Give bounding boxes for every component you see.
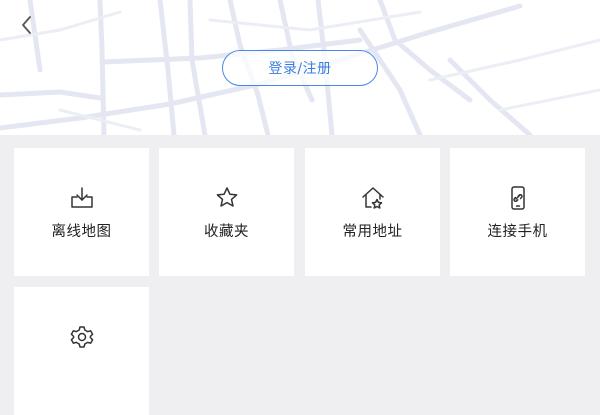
tile-label: 离线地图 xyxy=(51,224,112,240)
tile-label: 常用地址 xyxy=(342,224,403,240)
tile-frequent-addresses[interactable]: 常用地址 xyxy=(305,148,440,276)
back-button[interactable] xyxy=(12,10,42,40)
tile-offline-map[interactable]: 离线地图 xyxy=(14,148,149,276)
tile-connect-phone[interactable]: 连接手机 xyxy=(450,148,585,276)
phone-link-icon xyxy=(505,185,531,211)
tile-favorites[interactable]: 收藏夹 xyxy=(159,148,294,276)
tile-settings[interactable] xyxy=(14,287,149,415)
tile-label: 连接手机 xyxy=(487,224,548,240)
offline-download-icon xyxy=(69,185,95,211)
tile-label: 收藏夹 xyxy=(204,224,249,240)
header: 登录/注册 xyxy=(0,0,600,135)
gear-icon xyxy=(69,324,95,350)
home-star-icon xyxy=(360,185,386,211)
star-icon xyxy=(214,185,240,211)
login-register-button[interactable]: 登录/注册 xyxy=(222,50,378,86)
chevron-left-icon xyxy=(22,16,31,34)
